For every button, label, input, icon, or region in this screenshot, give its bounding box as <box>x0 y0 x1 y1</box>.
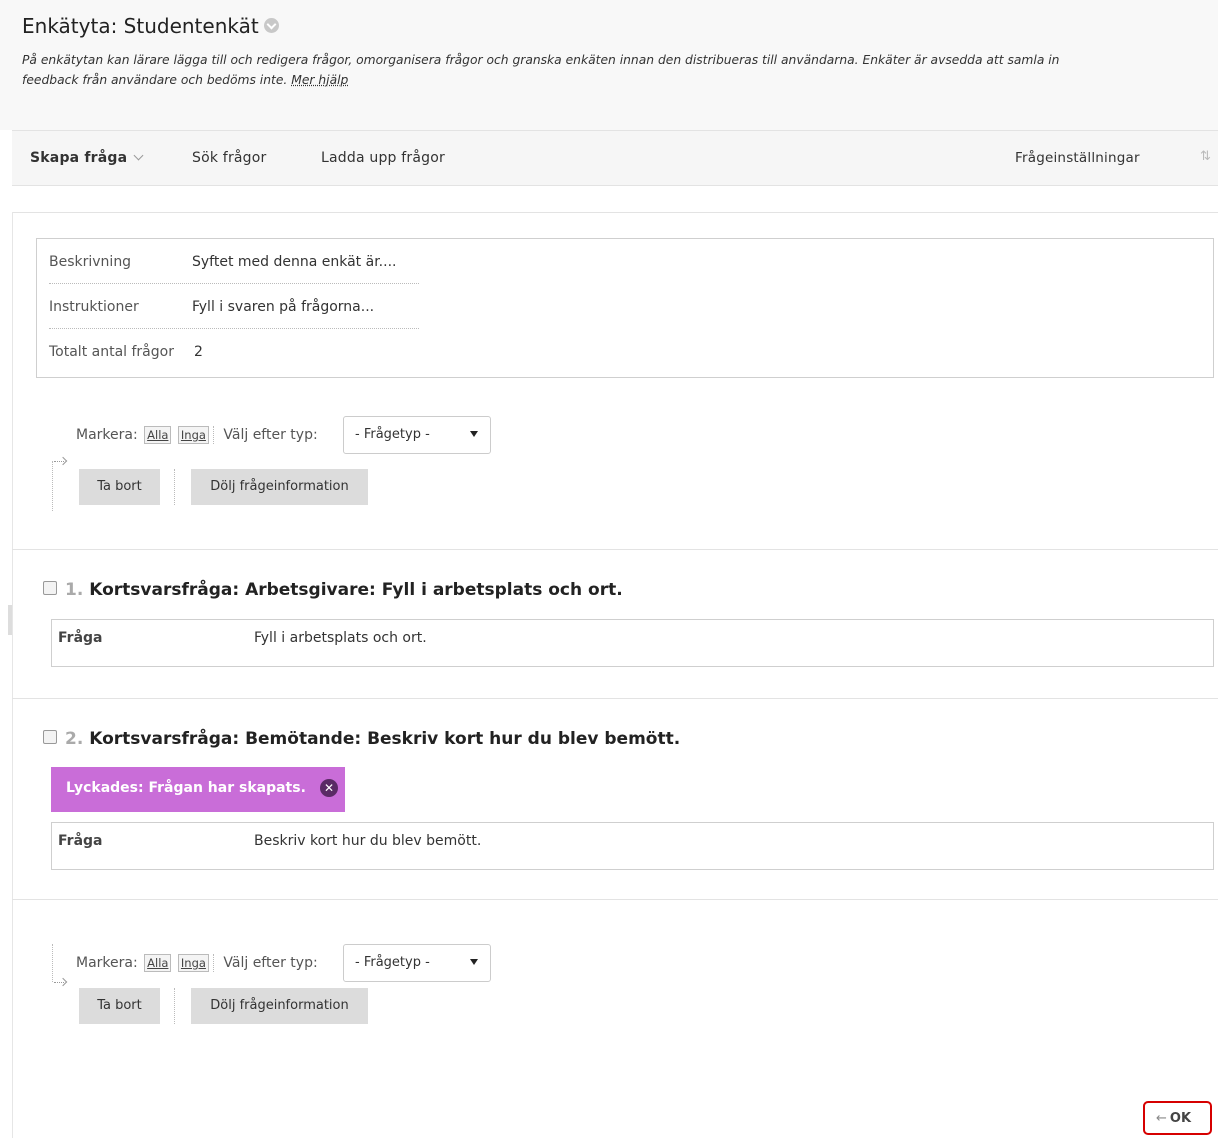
survey-info-box: Beskrivning Syftet med denna enkät är...… <box>36 238 1214 378</box>
page-description-line-1: På enkätytan kan lärare lägga till och r… <box>22 53 1060 67</box>
ok-button-label: OK <box>1169 1111 1192 1126</box>
content-divider <box>12 212 1218 213</box>
success-message: Lyckades: Frågan har skapats. ✕ <box>51 767 345 812</box>
question-1-title[interactable]: Kortsvarsfråga: Arbetsgivare: Fyll i arb… <box>89 580 622 600</box>
connector-arrow-icon <box>54 982 64 984</box>
action-toolbar: Skapa fråga Sök frågor Ladda upp frågor … <box>12 130 1218 186</box>
question-2-field-label: Fråga <box>58 833 103 849</box>
dropdown-arrow-icon <box>470 431 478 437</box>
question-2-field-value: Beskriv kort hur du blev bemött. <box>254 833 482 849</box>
select-none-button[interactable]: Inga <box>177 426 209 444</box>
page-description: På enkätytan kan lärare lägga till och r… <box>22 50 1218 90</box>
question-2-checkbox[interactable] <box>43 730 57 744</box>
info-row-total: Totalt antal frågor 2 <box>49 329 419 373</box>
bulk-controls-top: Markera: Alla Inga Välj efter typ: - Frå… <box>50 416 500 516</box>
hide-question-info-button[interactable]: Dölj frågeinformation <box>191 988 368 1024</box>
question-type-select[interactable]: - Frågetyp - <box>343 944 491 982</box>
select-label: Markera: <box>76 955 138 971</box>
question-1-header: 1. Kortsvarsfråga: Arbetsgivare: Fyll i … <box>43 580 623 600</box>
connector-line <box>52 944 54 982</box>
remove-button[interactable]: Ta bort <box>79 469 160 505</box>
section-divider <box>12 899 1218 900</box>
question-1-field-value: Fyll i arbetsplats och ort. <box>254 630 427 646</box>
sort-icon[interactable]: ⇅ <box>1200 149 1211 164</box>
question-2-title[interactable]: Kortsvarsfråga: Bemötande: Beskriv kort … <box>89 729 680 749</box>
section-divider <box>12 549 1218 550</box>
button-separator <box>174 469 176 505</box>
question-type-select[interactable]: - Frågetyp - <box>343 416 491 454</box>
hide-question-info-button[interactable]: Dölj frågeinformation <box>191 469 368 505</box>
question-2-header: 2. Kortsvarsfråga: Bemötande: Beskriv ko… <box>43 729 680 749</box>
filter-type-label: Välj efter typ: <box>223 955 318 971</box>
filter-type-label: Välj efter typ: <box>223 427 318 443</box>
dropdown-arrow-icon <box>470 959 478 965</box>
question-2-number: 2. <box>65 729 84 749</box>
question-2-box: Fråga Beskriv kort hur du blev bemött. <box>51 822 1214 870</box>
button-separator <box>174 988 176 1024</box>
title-options-icon[interactable] <box>263 18 279 33</box>
page-title-text: Enkätyta: Studentenkät <box>22 14 259 38</box>
close-icon[interactable]: ✕ <box>320 779 338 797</box>
description-label: Beskrivning <box>49 254 132 270</box>
select-row: Markera: Alla Inga Välj efter typ: <box>76 954 318 972</box>
create-question-menu[interactable]: Skapa fråga <box>30 150 144 166</box>
ok-button[interactable]: ← OK <box>1143 1101 1212 1135</box>
question-1-checkbox[interactable] <box>43 581 57 595</box>
page-title: Enkätyta: Studentenkät <box>22 14 279 38</box>
back-arrow-icon: ← <box>1156 1111 1167 1126</box>
chevron-down-icon <box>133 150 144 161</box>
instructions-label: Instruktioner <box>49 299 139 315</box>
upload-questions-button[interactable]: Ladda upp frågor <box>321 150 445 166</box>
instructions-value: Fyll i svaren på frågorna... <box>192 299 375 315</box>
connector-line <box>52 461 54 511</box>
question-settings-button[interactable]: Frågeinställningar <box>1015 150 1140 166</box>
side-panel-handle[interactable] <box>8 605 12 635</box>
question-1-field-label: Fråga <box>58 630 103 646</box>
select-label: Markera: <box>76 427 138 443</box>
search-questions-button[interactable]: Sök frågor <box>192 150 266 166</box>
question-type-value: - Frågetyp - <box>355 427 430 442</box>
select-all-button[interactable]: Alla <box>144 954 172 972</box>
info-row-description: Beskrivning Syftet med denna enkät är...… <box>49 239 419 284</box>
more-help-link[interactable]: Mer hjälp <box>291 73 348 87</box>
section-divider <box>12 698 1218 699</box>
create-question-label: Skapa fråga <box>30 150 128 166</box>
success-message-text: Lyckades: Frågan har skapats. <box>66 780 306 796</box>
description-value: Syftet med denna enkät är.... <box>192 254 397 270</box>
info-row-instructions: Instruktioner Fyll i svaren på frågorna.… <box>49 284 419 329</box>
question-1-box: Fråga Fyll i arbetsplats och ort. <box>51 619 1214 667</box>
select-none-button[interactable]: Inga <box>177 954 209 972</box>
left-border <box>12 212 13 1138</box>
question-1-number: 1. <box>65 580 84 600</box>
page-description-line-2: feedback från användare och bedöms inte. <box>22 73 288 87</box>
page-header: Enkätyta: Studentenkät På enkätytan kan … <box>0 0 1218 130</box>
total-questions-value: 2 <box>194 344 203 360</box>
select-row: Markera: Alla Inga Välj efter typ: <box>76 426 318 444</box>
remove-button[interactable]: Ta bort <box>79 988 160 1024</box>
total-questions-label: Totalt antal frågor <box>49 344 174 360</box>
select-all-button[interactable]: Alla <box>144 426 172 444</box>
bulk-controls-bottom: Markera: Alla Inga Välj efter typ: - Frå… <box>50 944 500 1044</box>
connector-arrow-icon <box>54 461 64 463</box>
question-type-value: - Frågetyp - <box>355 955 430 970</box>
